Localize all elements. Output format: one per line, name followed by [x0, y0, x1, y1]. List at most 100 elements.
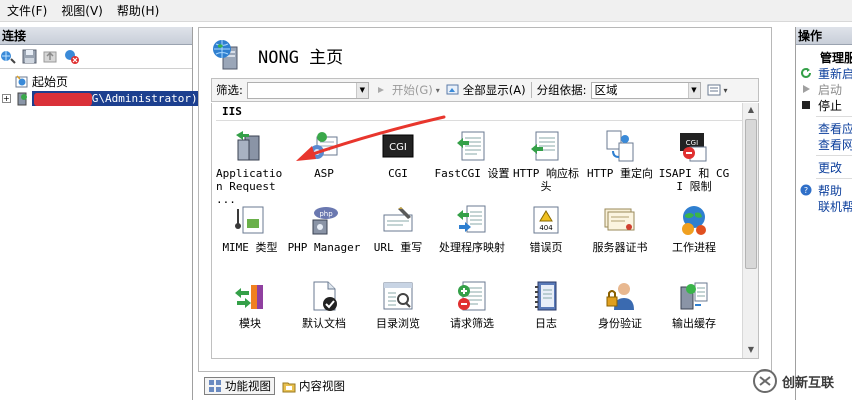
expand-toggle[interactable]: +: [2, 94, 11, 103]
feature-label: 工作进程: [672, 241, 716, 254]
connections-toolbar: [0, 45, 192, 69]
up-level-icon[interactable]: [42, 48, 59, 65]
feature-label: HTTP 响应标头: [512, 167, 580, 193]
output-caching-icon: [677, 279, 711, 313]
annotation-arrow: [296, 115, 446, 161]
group-title: IIS: [222, 105, 242, 118]
scroll-down-icon[interactable]: ▼: [745, 345, 757, 357]
action-label: 启动: [818, 82, 843, 97]
feature-label: 模块: [239, 317, 261, 330]
restart-action[interactable]: 重新启: [796, 65, 852, 81]
view-list-icon: [707, 83, 721, 97]
tab-content-view[interactable]: 内容视图: [278, 377, 349, 395]
save-icon[interactable]: [21, 48, 38, 65]
dropdown-arrow-icon[interactable]: ▼: [355, 82, 368, 98]
feature-http-redirect[interactable]: HTTP 重定向: [582, 129, 658, 180]
feature-label: CGI: [388, 167, 408, 180]
connections-header: 连接: [0, 27, 192, 45]
filter-input[interactable]: ▼: [246, 81, 369, 99]
feature-logging[interactable]: 日志: [508, 279, 584, 330]
view-sites-action[interactable]: 查看网: [796, 136, 852, 152]
vertical-scrollbar[interactable]: ▲ ▼: [742, 103, 758, 358]
remove-connection-icon[interactable]: [63, 48, 80, 65]
features-view-icon: [208, 379, 222, 393]
connections-panel: 连接 起始页 + G\Administrator): [0, 27, 200, 400]
menu-help[interactable]: 帮助(H): [110, 2, 166, 19]
stop-action[interactable]: 停止: [796, 97, 852, 113]
features-content: IIS Application Request ... ASP CGI CGI: [211, 103, 759, 359]
tree-item-start-page[interactable]: 起始页: [2, 73, 192, 90]
tree-item-server[interactable]: + G\Administrator): [2, 90, 200, 107]
group-by-value: 区域: [594, 82, 618, 97]
authentication-icon: [603, 279, 637, 313]
show-all-label: 全部显示(A): [462, 83, 526, 97]
filter-label: 筛选:: [216, 83, 243, 97]
view-app-pools-action[interactable]: 查看应: [796, 120, 852, 136]
online-help-action[interactable]: 联机帮: [796, 198, 852, 214]
feature-modules[interactable]: 模块: [212, 279, 288, 330]
dropdown-arrow-icon[interactable]: ▼: [687, 82, 700, 98]
connect-globe-icon[interactable]: [0, 48, 17, 65]
change-action[interactable]: 更改: [796, 159, 852, 175]
feature-http-response-headers[interactable]: HTTP 响应标头: [508, 129, 584, 193]
feature-mime-types[interactable]: MIME 类型: [212, 203, 288, 254]
actions-separator: [816, 116, 852, 117]
start-dropdown-icon[interactable]: ▾: [436, 86, 440, 95]
feature-request-filtering[interactable]: 请求筛选: [434, 279, 510, 330]
feature-label: 默认文档: [302, 317, 346, 330]
actions-separator: [816, 178, 852, 179]
tab-features-view[interactable]: 功能视图: [204, 377, 275, 395]
menu-bar: 文件(F) 视图(V) 帮助(H): [0, 0, 852, 22]
feature-php-manager[interactable]: php PHP Manager: [286, 203, 362, 254]
server-icon: [15, 92, 29, 106]
feature-server-certificates[interactable]: 服务器证书: [582, 203, 658, 254]
feature-default-document[interactable]: 默认文档: [286, 279, 362, 330]
start-label: 开始(G): [391, 83, 433, 97]
redaction-mark: [33, 92, 92, 106]
tree-item-server-selected: G\Administrator): [31, 91, 200, 106]
feature-label: 服务器证书: [592, 241, 648, 254]
action-label: 停止: [818, 98, 843, 113]
group-by-select[interactable]: 区域 ▼: [590, 81, 701, 99]
menu-view[interactable]: 视图(V): [54, 2, 110, 19]
feature-directory-browsing[interactable]: 目录浏览: [360, 279, 436, 330]
feature-isapi-cgi-restrictions[interactable]: CGI ISAPI 和 CGI 限制: [656, 129, 732, 193]
stop-icon: [800, 99, 812, 111]
menu-file[interactable]: 文件(F): [0, 2, 54, 19]
feature-label: 身份验证: [598, 317, 642, 330]
directory-browsing-icon: [381, 279, 415, 313]
help-action[interactable]: ? 帮助: [796, 182, 852, 198]
feature-error-pages[interactable]: 404 错误页: [508, 203, 584, 254]
view-dropdown-icon[interactable]: ▾: [724, 86, 728, 95]
actions-panel: 操作 管理服 重新启 启动 停止 查看应 查看网 更改 ? 帮助: [795, 27, 852, 400]
feature-application-request-routing[interactable]: Application Request ...: [212, 129, 288, 206]
feature-label: MIME 类型: [222, 241, 278, 254]
show-all-icon: [446, 83, 460, 97]
start-action[interactable]: 启动: [796, 81, 852, 97]
scroll-up-icon[interactable]: ▲: [745, 105, 757, 117]
features-panel: NONG 主页 筛选: ▼ 开始(G) ▾ 全部显示(A) 分组依据: 区域 ▼: [198, 27, 772, 372]
tree-item-label: 起始页: [32, 75, 69, 89]
feature-worker-processes[interactable]: 工作进程: [656, 203, 732, 254]
feature-output-caching[interactable]: 输出缓存: [656, 279, 732, 330]
toolbar-separator: [530, 82, 532, 98]
feature-handler-mappings[interactable]: 处理程序映射: [434, 203, 510, 254]
scroll-thumb[interactable]: [745, 119, 757, 269]
view-mode-button[interactable]: ▾: [707, 83, 728, 97]
feature-label: 处理程序映射: [439, 241, 505, 254]
svg-text:php: php: [319, 210, 333, 218]
error-pages-icon: 404: [529, 203, 563, 237]
fastcgi-icon: [455, 129, 489, 163]
feature-url-rewrite[interactable]: URL 重写: [360, 203, 436, 254]
handler-mappings-icon: [455, 203, 489, 237]
feature-authentication[interactable]: 身份验证: [582, 279, 658, 330]
watermark-text: 创新互联: [782, 375, 835, 391]
start-filter-button[interactable]: 开始(G) ▾: [375, 82, 440, 98]
show-all-button[interactable]: 全部显示(A): [446, 82, 526, 98]
watermark: 创新互联: [752, 362, 852, 400]
isapi-cgi-restrictions-icon: CGI: [677, 129, 711, 163]
feature-label: 错误页: [529, 241, 563, 254]
action-label: 帮助: [818, 183, 843, 198]
play-icon: [800, 83, 812, 95]
svg-text:CGI: CGI: [686, 139, 698, 147]
